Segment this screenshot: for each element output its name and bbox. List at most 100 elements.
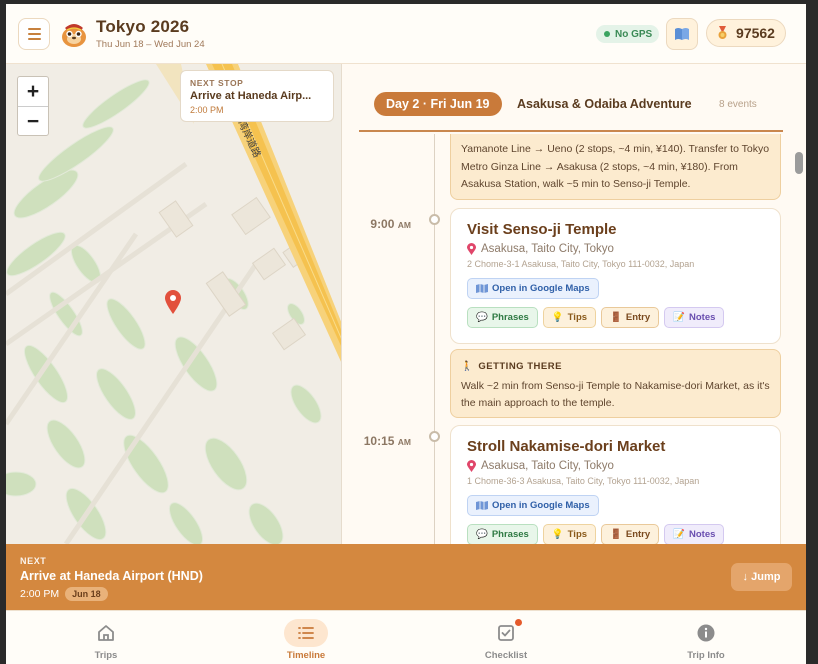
door-icon: 🚪 bbox=[610, 529, 622, 540]
phrases-label: Phrases bbox=[491, 529, 529, 540]
day-header: Day 2 · Fri Jun 19 Asakusa & Odaiba Adve… bbox=[343, 64, 806, 134]
next-meta: 2:00 PM Jun 18 bbox=[20, 587, 108, 601]
medal-icon bbox=[718, 26, 727, 39]
open-google-maps-label: Open in Google Maps bbox=[492, 500, 590, 511]
gps-dot-icon bbox=[604, 31, 610, 37]
day-pill[interactable]: Day 2 · Fri Jun 19 bbox=[374, 92, 502, 116]
speech-bubble-icon: 💬 bbox=[476, 312, 488, 323]
jump-button[interactable]: ↓ Jump bbox=[731, 563, 792, 591]
tips-label: Tips bbox=[567, 529, 588, 540]
next-event-banner[interactable]: NEXT Arrive at Haneda Airport (HND) 2:00… bbox=[6, 544, 806, 610]
location-pin-icon bbox=[467, 243, 476, 255]
phrases-button[interactable]: 💬 Phrases bbox=[467, 307, 538, 328]
event-title: Visit Senso-ji Temple bbox=[467, 221, 617, 238]
next-time: 2:00 PM bbox=[20, 588, 60, 600]
getting-there-heading-text: GETTING THERE bbox=[478, 361, 562, 372]
event-time-ampm: AM bbox=[397, 437, 411, 447]
event-time-value: 9:00 bbox=[370, 217, 395, 231]
map-icon bbox=[476, 501, 488, 510]
entry-button[interactable]: 🚪 Entry bbox=[601, 307, 660, 328]
entry-label: Entry bbox=[625, 312, 651, 323]
event-tags: 💬 Phrases 💡 Tips 🚪 Entry 📝 Notes bbox=[467, 307, 764, 328]
phrases-label: Phrases bbox=[491, 312, 529, 323]
open-google-maps-button[interactable]: Open in Google Maps bbox=[467, 495, 599, 516]
mascot-logo bbox=[62, 24, 86, 47]
nav-label: Trips bbox=[94, 650, 118, 661]
day-event-count: 8 events bbox=[719, 99, 757, 110]
tips-label: Tips bbox=[567, 312, 588, 323]
map-view[interactable]: 湾岸道路 + − NEXT STOP Arrive at Haneda Airp… bbox=[6, 64, 342, 544]
map-icon bbox=[476, 284, 488, 293]
event-card[interactable]: Stroll Nakamise-dori Market Asakusa, Tai… bbox=[450, 425, 781, 544]
next-stop-label: NEXT STOP bbox=[190, 78, 244, 88]
checklist-icon bbox=[484, 619, 528, 647]
points-counter[interactable]: 97562 bbox=[706, 19, 786, 47]
event-tags: 💬 Phrases 💡 Tips 🚪 Entry 📝 Notes bbox=[467, 524, 764, 544]
next-stop-time: 2:00 PM bbox=[190, 105, 224, 115]
nav-label: Trip Info bbox=[687, 650, 725, 661]
event-address: 2 Chome-3-1 Asakusa, Taito City, Tokyo 1… bbox=[467, 259, 695, 269]
event-time: 9:00 AM bbox=[343, 217, 411, 231]
event-time: 10:15 AM bbox=[343, 434, 411, 448]
bottom-nav: Trips Timeline Checklist Trip Info bbox=[6, 610, 806, 664]
scrollbar-thumb[interactable] bbox=[795, 152, 803, 174]
timeline-rail bbox=[434, 134, 435, 544]
open-google-maps-label: Open in Google Maps bbox=[492, 283, 590, 294]
lightbulb-icon: 💡 bbox=[551, 312, 564, 323]
event-title: Stroll Nakamise-dori Market bbox=[467, 438, 666, 455]
phrases-button[interactable]: 💬 Phrases bbox=[467, 524, 538, 544]
nav-item-trips[interactable]: Trips bbox=[51, 619, 161, 661]
zoom-control: + − bbox=[17, 76, 49, 136]
info-icon bbox=[684, 619, 728, 647]
timeline-dot bbox=[429, 431, 440, 442]
open-google-maps-button[interactable]: Open in Google Maps bbox=[467, 278, 599, 299]
gps-status-label: No GPS bbox=[615, 28, 653, 40]
tips-button[interactable]: 💡 Tips bbox=[542, 307, 597, 328]
entry-button[interactable]: 🚪 Entry bbox=[601, 524, 660, 544]
notes-icon: 📝 bbox=[673, 529, 686, 540]
event-time-ampm: AM bbox=[397, 220, 411, 230]
gps-status-badge: No GPS bbox=[596, 25, 660, 43]
zoom-out-button[interactable]: − bbox=[18, 107, 48, 137]
book-button[interactable] bbox=[666, 18, 698, 50]
notes-icon: 📝 bbox=[673, 312, 686, 323]
event-location-text: Asakusa, Taito City, Tokyo bbox=[481, 243, 614, 255]
home-icon bbox=[84, 619, 128, 647]
day-title: Asakusa & Odaiba Adventure bbox=[517, 97, 692, 111]
event-location: Asakusa, Taito City, Tokyo bbox=[467, 243, 764, 255]
points-value: 97562 bbox=[736, 25, 775, 41]
event-location: Asakusa, Taito City, Tokyo bbox=[467, 460, 764, 472]
next-stop-card[interactable]: NEXT STOP Arrive at Haneda Airp... 2:00 … bbox=[180, 70, 334, 122]
notes-label: Notes bbox=[689, 529, 716, 540]
nav-item-trip-info[interactable]: Trip Info bbox=[651, 619, 761, 661]
timeline-dot bbox=[429, 214, 440, 225]
trip-title: Tokyo 2026 bbox=[96, 17, 190, 36]
next-title: Arrive at Haneda Airport (HND) bbox=[20, 569, 203, 583]
map-canvas: 湾岸道路 bbox=[6, 64, 341, 544]
trip-dates: Thu Jun 18 – Wed Jun 24 bbox=[96, 39, 205, 50]
book-icon bbox=[675, 28, 689, 40]
getting-there-text: Walk ~2 min from Senso-ji Temple to Naka… bbox=[461, 379, 770, 410]
entry-label: Entry bbox=[625, 529, 651, 540]
tips-button[interactable]: 💡 Tips bbox=[542, 524, 597, 544]
timeline-panel[interactable]: Yamanote Line → Ueno (2 stops, ~4 min, ¥… bbox=[343, 64, 806, 544]
event-location-text: Asakusa, Taito City, Tokyo bbox=[481, 460, 614, 472]
speech-bubble-icon: 💬 bbox=[476, 529, 488, 540]
getting-there-heading: 🚶 GETTING THERE bbox=[461, 358, 770, 376]
nav-item-checklist[interactable]: Checklist bbox=[451, 619, 561, 661]
event-card[interactable]: Visit Senso-ji Temple Asakusa, Taito Cit… bbox=[450, 208, 781, 344]
hamburger-icon[interactable] bbox=[18, 18, 50, 50]
nav-label: Checklist bbox=[484, 650, 528, 661]
next-date-badge: Jun 18 bbox=[65, 587, 108, 601]
notes-button[interactable]: 📝 Notes bbox=[664, 524, 725, 544]
notes-button[interactable]: 📝 Notes bbox=[664, 307, 725, 328]
nav-item-timeline[interactable]: Timeline bbox=[251, 619, 361, 661]
lightbulb-icon: 💡 bbox=[551, 529, 564, 540]
location-pin-icon bbox=[467, 460, 476, 472]
zoom-in-button[interactable]: + bbox=[18, 77, 48, 107]
event-time-value: 10:15 bbox=[363, 434, 395, 448]
getting-there-card: 🚶 GETTING THERE Walk ~2 min from Senso-ji… bbox=[450, 349, 781, 418]
day-divider bbox=[359, 130, 783, 132]
event-address: 1 Chome-36-3 Asakusa, Taito City, Tokyo … bbox=[467, 476, 700, 486]
nav-label: Timeline bbox=[286, 650, 326, 661]
